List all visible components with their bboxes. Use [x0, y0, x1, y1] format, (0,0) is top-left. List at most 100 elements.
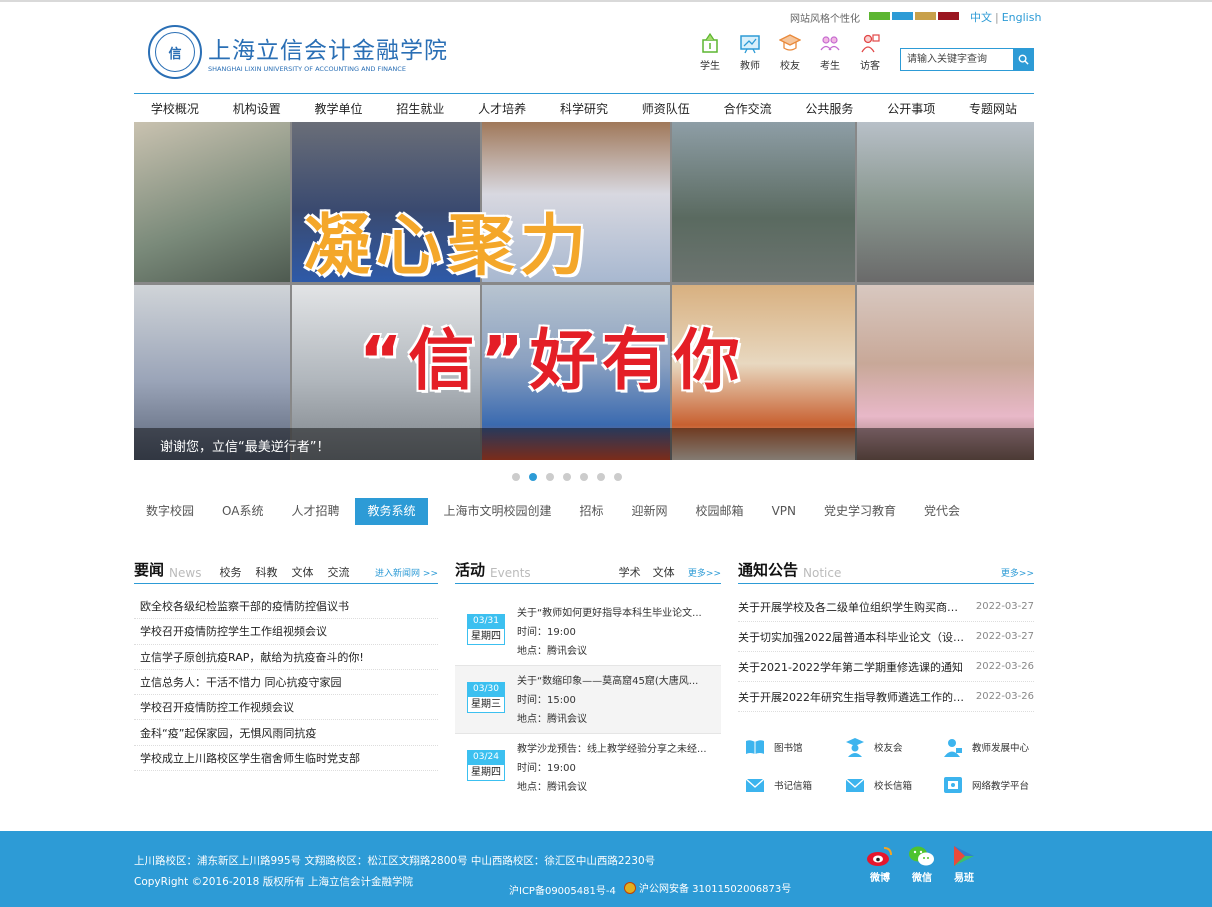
nav-item-cooperation[interactable]: 合作交流 [724, 100, 772, 117]
notice-item-date: 2022-03-26 [975, 661, 1034, 672]
hero-banner[interactable]: 凝心聚力 “信”好有你 谢谢您，立信“最美逆行者”！ [134, 122, 1034, 460]
event-time: 15:00 [547, 695, 576, 706]
event-weekday: 星期四 [467, 764, 505, 781]
language-switch: 中文 | English [970, 9, 1041, 25]
news-item[interactable]: 学校召开疫情防控工作视频会议 [134, 695, 438, 721]
footer-police-record[interactable]: 沪公网安备 31011502006873号 [624, 880, 791, 895]
search-button[interactable] [1013, 49, 1033, 70]
social-yiban[interactable]: 易班 [949, 844, 979, 884]
nav-item-departments[interactable]: 机构设置 [233, 100, 281, 117]
notice-item-title: 关于切实加强2022届普通本科毕业论文（设计... [738, 630, 966, 644]
news-title: 要闻 [134, 561, 165, 579]
quick-link-party-history[interactable]: 党史学习教育 [812, 498, 908, 525]
news-item[interactable]: 学校成立上川路校区学生宿舍师生临时党支部 [134, 746, 438, 772]
notice-item[interactable]: 关于切实加强2022届普通本科毕业论文（设计... 2022-03-27 [738, 622, 1034, 652]
service-secretary-mailbox[interactable]: 书记信箱 [738, 775, 838, 795]
quick-link-recruitment[interactable]: 人才招聘 [279, 498, 351, 525]
role-teacher-label: 教师 [740, 61, 760, 72]
event-item[interactable]: 03/24 星期四 教学沙龙预告：线上教学经验分享之未经... 时间：19:00… [455, 734, 721, 802]
service-president-mailbox[interactable]: 校长信箱 [838, 775, 936, 795]
nav-item-disclosure[interactable]: 公开事项 [887, 100, 935, 117]
quick-link-welcome[interactable]: 迎新网 [620, 498, 680, 525]
nav-item-topics[interactable]: 专题网站 [969, 100, 1017, 117]
school-logo[interactable]: 信 上海立信会计金融学院 SHANGHAI LIXIN UNIVERSITY O… [148, 25, 447, 83]
role-applicant[interactable]: 考生 [810, 32, 850, 72]
news-item[interactable]: 立信学子原创抗疫RAP，献给为抗疫奋斗的你! [134, 645, 438, 670]
service-library[interactable]: 图书馆 [738, 737, 838, 757]
news-tab-affairs[interactable]: 校务 [219, 564, 241, 580]
banner-dot[interactable] [614, 473, 622, 481]
notice-more-link[interactable]: 更多>> [1001, 566, 1034, 579]
notice-title-en: Notice [803, 566, 842, 580]
events-more-link[interactable]: 更多>> [688, 566, 721, 579]
notice-item[interactable]: 关于2021-2022学年第二学期重修选课的通知 2022-03-26 [738, 652, 1034, 682]
search-input[interactable] [901, 49, 1013, 70]
quick-link-vpn[interactable]: VPN [760, 498, 808, 525]
quick-link-civilized-campus[interactable]: 上海市文明校园创建 [432, 498, 564, 525]
role-alumni[interactable]: 校友 [770, 32, 810, 72]
event-time-row: 时间：19:00 [517, 759, 707, 778]
news-item[interactable]: 金科“疫”起保家园，无惧风雨同抗疫 [134, 720, 438, 746]
events-header: 活动 Events 学术 文体 更多>> [455, 560, 721, 584]
style-swatch-blue[interactable] [892, 12, 913, 20]
nav-item-services[interactable]: 公共服务 [805, 100, 853, 117]
nav-item-education[interactable]: 人才培养 [478, 100, 526, 117]
service-alumni[interactable]: 校友会 [838, 737, 936, 757]
quick-link-party-congress[interactable]: 党代会 [912, 498, 972, 525]
top-border [0, 0, 1212, 2]
notice-item[interactable]: 关于开展学校及各二级单位组织学生购买商业... 2022-03-27 [738, 592, 1034, 622]
role-alumni-label: 校友 [780, 61, 800, 72]
service-online-teaching[interactable]: 网络教学平台 [936, 775, 1034, 795]
banner-dot[interactable] [563, 473, 571, 481]
lang-chinese-link[interactable]: 中文 [970, 11, 992, 24]
social-weibo[interactable]: 微博 [865, 844, 895, 884]
news-tab-culture[interactable]: 文体 [291, 564, 313, 580]
banner-headline-2: “信”好有你 [359, 322, 746, 399]
events-tab-culture[interactable]: 文体 [653, 564, 675, 580]
style-personalize-label: 网站风格个性化 [790, 14, 860, 25]
banner-dot[interactable] [580, 473, 588, 481]
style-swatch-red[interactable] [938, 12, 959, 20]
footer: 上川路校区：浦东新区上川路995号 文翔路校区：松江区文翔路2800号 中山西路… [0, 831, 1212, 907]
events-tab-academic[interactable]: 学术 [619, 564, 641, 580]
role-visitor[interactable]: 访客 [850, 32, 890, 72]
style-swatches [869, 12, 959, 20]
event-item[interactable]: 03/30 星期三 关于“数缩印象——莫高窟45窟(大唐风... 时间：15:0… [455, 666, 721, 734]
nav-item-faculty[interactable]: 师资队伍 [642, 100, 690, 117]
role-student[interactable]: 学生 [690, 32, 730, 72]
notice-item[interactable]: 关于开展2022年研究生指导教师遴选工作的通... 2022-03-26 [738, 682, 1034, 712]
nav-item-admission[interactable]: 招生就业 [396, 100, 444, 117]
banner-dot[interactable] [597, 473, 605, 481]
news-item[interactable]: 欧全校各级纪检监察干部的疫情防控倡议书 [134, 594, 438, 620]
quick-link-bidding[interactable]: 招标 [568, 498, 616, 525]
news-item[interactable]: 立信总务人：干活不惜力 同心抗疫守家园 [134, 670, 438, 696]
banner-dot[interactable] [546, 473, 554, 481]
quick-link-mail[interactable]: 校园邮箱 [684, 498, 756, 525]
event-time-label: 时间： [517, 627, 547, 638]
style-swatch-gold[interactable] [915, 12, 936, 20]
quick-link-academic-system[interactable]: 教务系统 [355, 498, 428, 525]
banner-dot-active[interactable] [529, 473, 537, 481]
style-swatch-green[interactable] [869, 12, 890, 20]
search-box [900, 48, 1034, 71]
banner-dot[interactable] [512, 473, 520, 481]
quick-link-digital-campus[interactable]: 数字校园 [134, 498, 206, 525]
footer-icp[interactable]: 沪ICP备09005481号-4 [509, 882, 616, 897]
service-library-label: 图书馆 [774, 743, 803, 754]
service-teacher-center[interactable]: 教师发展中心 [936, 737, 1034, 757]
events-title-en: Events [490, 566, 531, 580]
quick-link-oa[interactable]: OA系统 [210, 498, 275, 525]
event-place: 腾讯会议 [547, 714, 587, 725]
nav-item-about[interactable]: 学校概况 [151, 100, 199, 117]
role-teacher[interactable]: 教师 [730, 32, 770, 72]
lang-english-link[interactable]: English [1002, 11, 1042, 24]
news-tab-exchange[interactable]: 交流 [327, 564, 349, 580]
event-item[interactable]: 03/31 星期四 关于“教师如何更好指导本科生毕业论文... 时间：19:00… [455, 598, 721, 666]
events-column: 活动 Events 学术 文体 更多>> 03/31 星期四 关于“教师如何更好… [455, 560, 721, 802]
nav-item-schools[interactable]: 教学单位 [315, 100, 363, 117]
news-tab-science[interactable]: 科教 [255, 564, 277, 580]
social-wechat[interactable]: 微信 [907, 844, 937, 884]
nav-item-research[interactable]: 科学研究 [560, 100, 608, 117]
news-more-link[interactable]: 进入新闻网 >> [375, 566, 438, 579]
news-item[interactable]: 学校召开疫情防控学生工作组视频会议 [134, 619, 438, 645]
